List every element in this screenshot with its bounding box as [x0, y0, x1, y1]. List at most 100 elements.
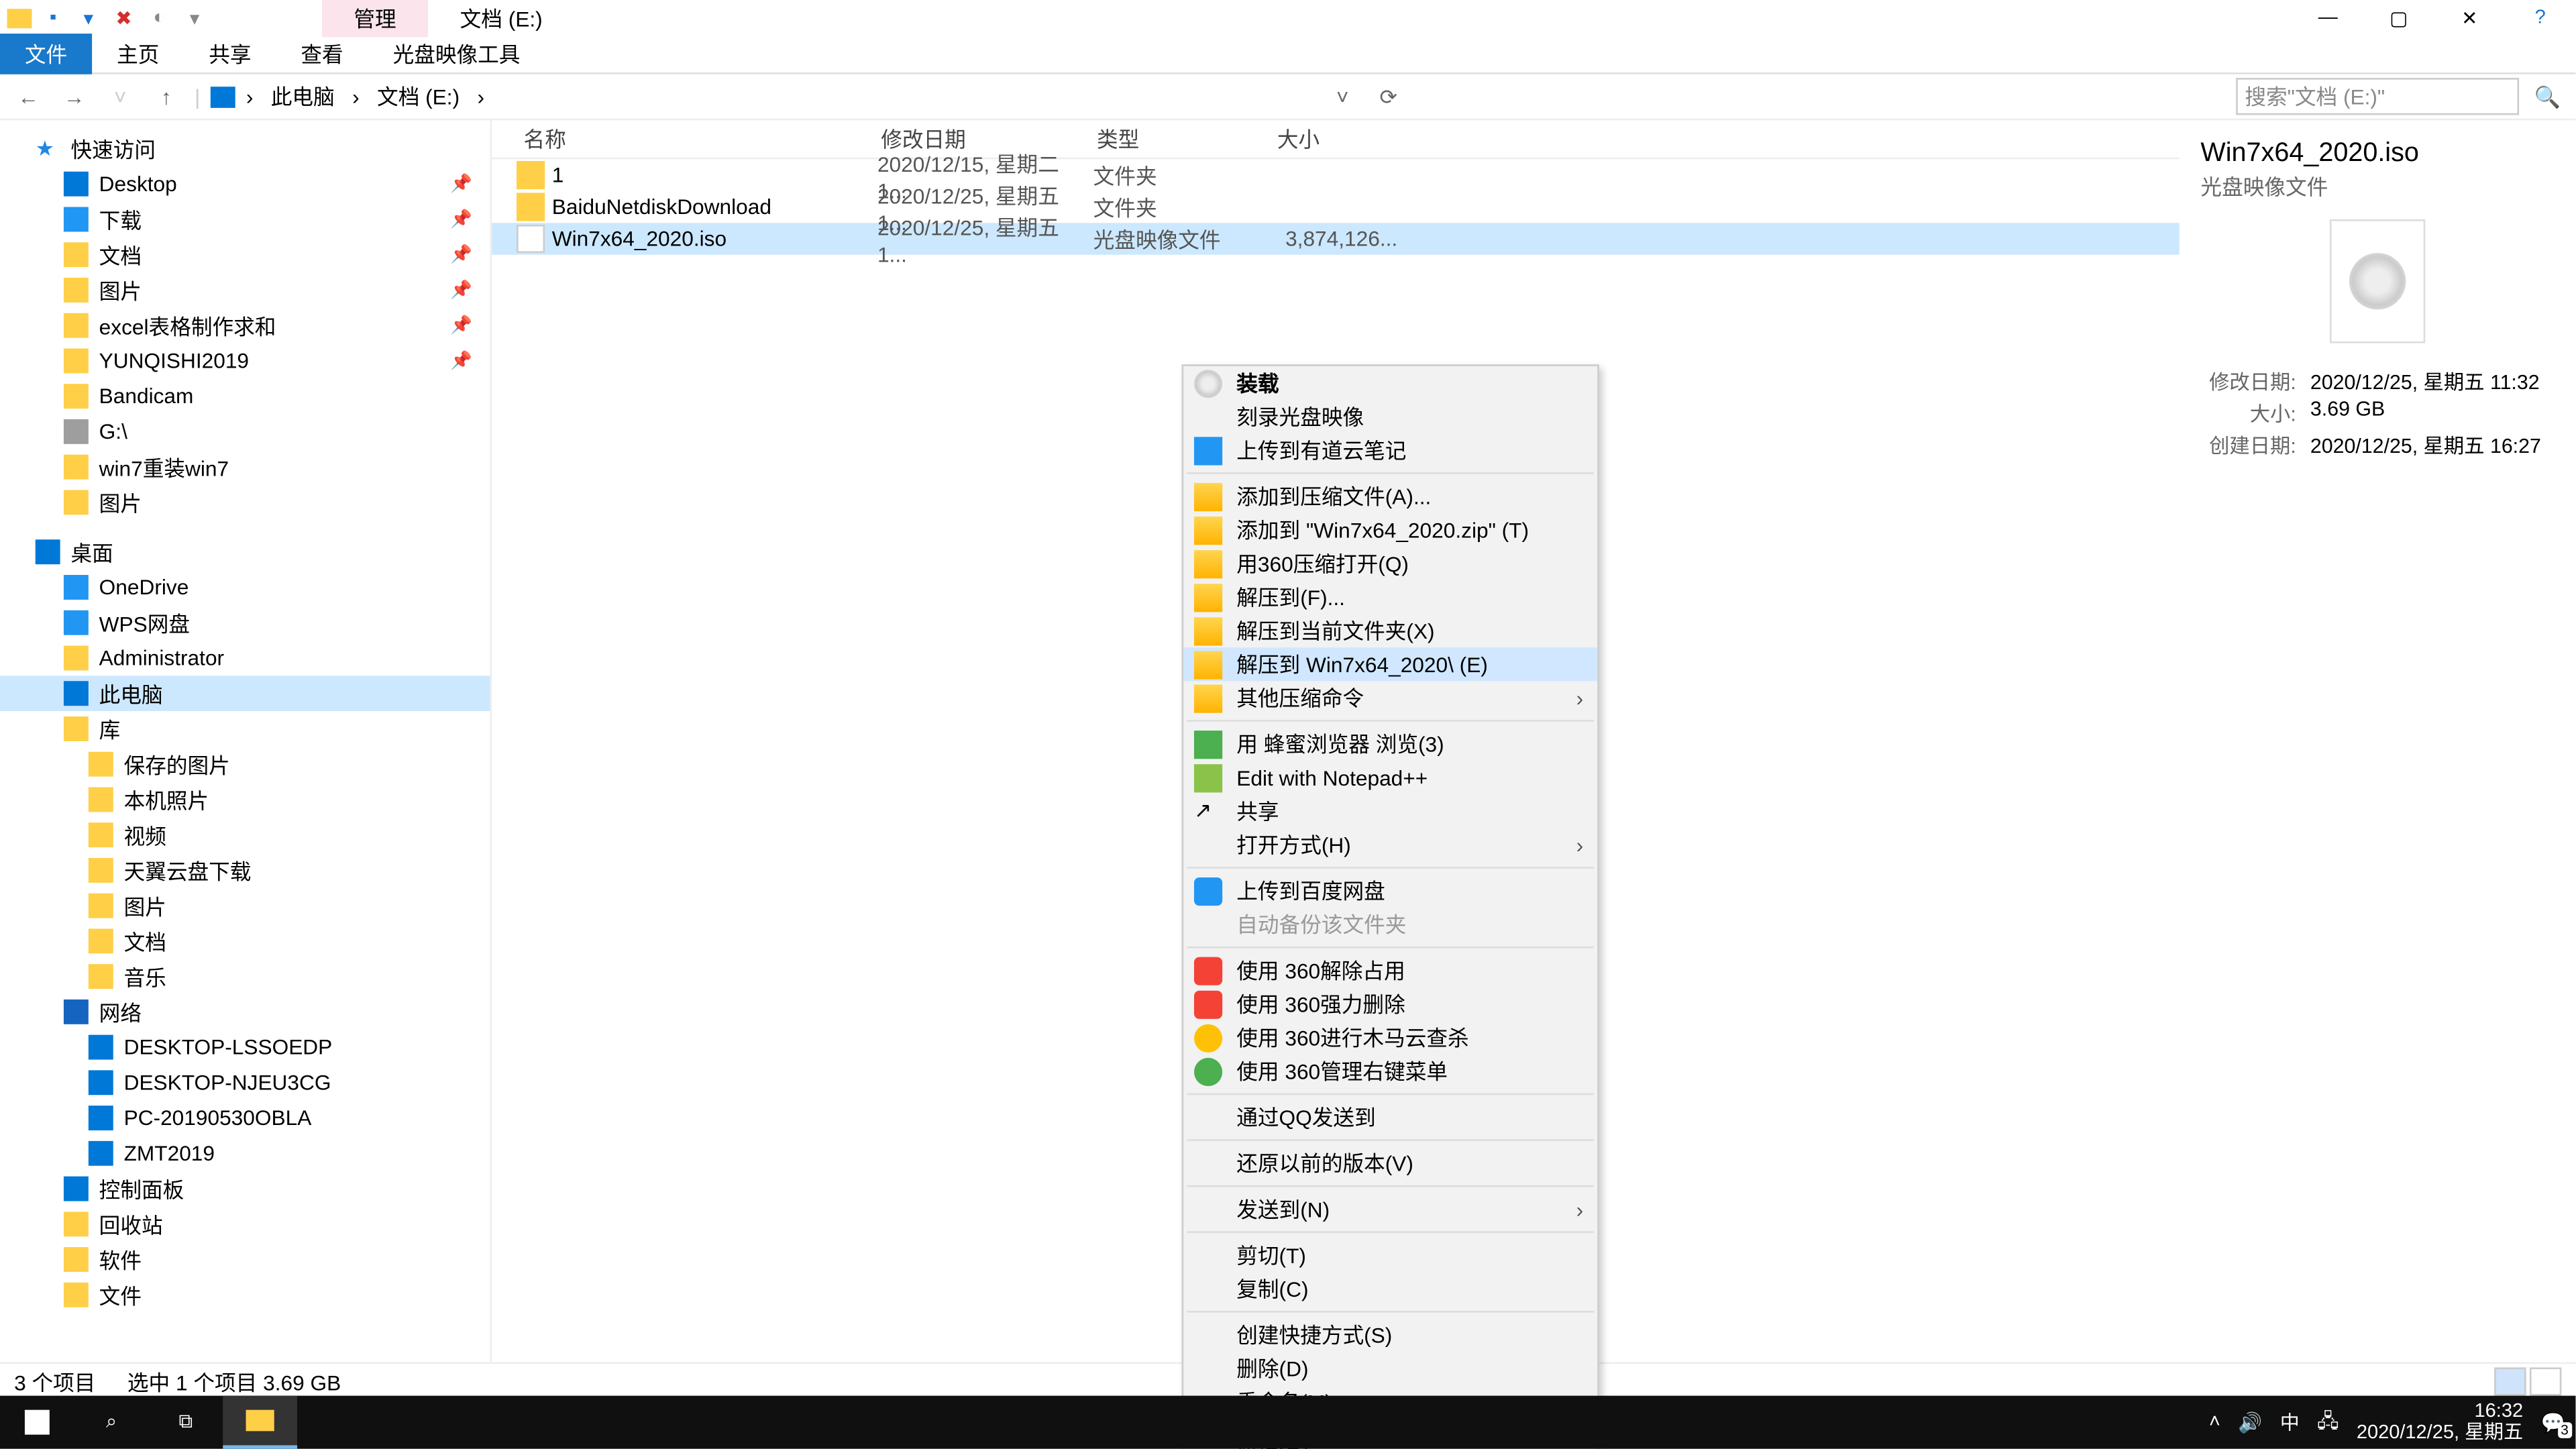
sidebar-quick-access[interactable]: ★ 快速访问 — [0, 131, 490, 166]
context-tab-manage[interactable]: 管理 — [322, 0, 428, 36]
sidebar-item[interactable]: 本机照片 — [0, 782, 490, 818]
help-button[interactable]: ? — [2505, 0, 2575, 36]
context-menu-item[interactable]: 解压到 Win7x64_2020\ (E) — [1183, 647, 1597, 681]
context-menu-item[interactable]: 使用 360进行木马云查杀 — [1183, 1021, 1597, 1055]
context-menu-item[interactable]: 使用 360强力删除 — [1183, 987, 1597, 1020]
context-menu-item[interactable]: 上传到百度网盘 — [1183, 874, 1597, 908]
maximize-button[interactable]: ▢ — [2363, 0, 2434, 36]
nav-up-button[interactable]: ↑ — [149, 84, 184, 109]
context-menu-item[interactable]: 上传到有道云笔记 — [1183, 433, 1597, 467]
view-icons-button[interactable] — [2530, 1367, 2561, 1395]
sidebar-item[interactable]: 软件 — [0, 1242, 490, 1277]
tray-network-icon[interactable]: 🖧 — [2317, 1405, 2339, 1439]
qat-properties-icon[interactable]: ◐ — [145, 3, 173, 32]
sidebar-item[interactable]: 回收站 — [0, 1206, 490, 1242]
context-menu-item[interactable]: Edit with Notepad++ — [1183, 761, 1597, 794]
context-menu-item[interactable]: 其他压缩命令› — [1183, 681, 1597, 714]
sidebar-item[interactable]: 文档📌 — [0, 237, 490, 272]
sidebar-item[interactable]: 图片 — [0, 485, 490, 521]
search-button[interactable]: ⌕ — [74, 1396, 149, 1449]
context-menu-item[interactable]: 装载 — [1183, 366, 1597, 400]
sidebar-desktop[interactable]: 桌面 — [0, 534, 490, 570]
sidebar-item[interactable]: DESKTOP-LSSOEDP — [0, 1030, 490, 1065]
qat-dropdown-icon[interactable]: ▾ — [180, 3, 209, 32]
sidebar-item[interactable]: 此电脑 — [0, 676, 490, 711]
breadcrumb-root[interactable]: 此电脑 — [264, 81, 341, 111]
qat-save-icon[interactable]: ▪ — [39, 3, 67, 32]
column-name[interactable]: 名称 — [492, 124, 881, 154]
context-menu-item[interactable]: 使用 360管理右键菜单 — [1183, 1055, 1597, 1088]
sidebar-item[interactable]: 天翼云盘下载 — [0, 853, 490, 888]
refresh-button[interactable]: ⟳ — [1371, 84, 1406, 109]
column-type[interactable]: 类型 — [1097, 124, 1277, 154]
context-menu-item[interactable]: 复制(C) — [1183, 1272, 1597, 1305]
context-menu-item[interactable]: 添加到压缩文件(A)... — [1183, 480, 1597, 513]
search-input[interactable]: 搜索"文档 (E:)" — [2236, 78, 2519, 115]
context-menu-item[interactable]: 刻录光盘映像 — [1183, 400, 1597, 433]
tray-volume-icon[interactable]: 🔊 — [2238, 1411, 2262, 1434]
sidebar-item[interactable]: OneDrive — [0, 570, 490, 605]
sidebar-item[interactable]: 下载📌 — [0, 202, 490, 237]
file-row[interactable]: 12020/12/15, 星期二 1...文件夹 — [492, 159, 2180, 191]
context-menu-item[interactable]: 用360压缩打开(Q) — [1183, 547, 1597, 580]
tray-ime[interactable]: 中 — [2280, 1408, 2300, 1436]
context-menu-item[interactable]: 剪切(T) — [1183, 1238, 1597, 1272]
address-dropdown[interactable]: ˅ — [1325, 84, 1360, 109]
context-menu-item[interactable]: 使用 360解除占用 — [1183, 953, 1597, 987]
view-details-button[interactable] — [2494, 1367, 2526, 1395]
sidebar-item[interactable]: win7重装win7 — [0, 449, 490, 485]
taskbar-explorer[interactable] — [223, 1396, 297, 1449]
tray-overflow-icon[interactable]: ˄ — [2209, 1411, 2220, 1433]
context-menu-item[interactable]: 用 蜂蜜浏览器 浏览(3) — [1183, 727, 1597, 761]
nav-back-button[interactable]: ← — [11, 84, 46, 109]
context-menu-item[interactable]: ↗共享 — [1183, 794, 1597, 828]
sidebar-item[interactable]: YUNQISHI2019📌 — [0, 343, 490, 379]
context-menu-item[interactable]: 打开方式(H)› — [1183, 828, 1597, 861]
sidebar-item[interactable]: ZMT2019 — [0, 1136, 490, 1171]
sidebar-item[interactable]: 文档 — [0, 924, 490, 959]
breadcrumb-folder[interactable]: 文档 (E:) — [370, 81, 467, 111]
sidebar-item[interactable]: DESKTOP-NJEU3CG — [0, 1065, 490, 1100]
sidebar-item[interactable]: 音乐 — [0, 959, 490, 994]
sidebar-item[interactable]: 文件 — [0, 1277, 490, 1313]
sidebar-item[interactable]: 视频 — [0, 817, 490, 853]
context-menu-item[interactable]: 通过QQ发送到 — [1183, 1100, 1597, 1134]
qat-delete-icon[interactable]: ✖ — [109, 3, 138, 32]
ribbon-tab-disc-tools[interactable]: 光盘映像工具 — [368, 34, 545, 74]
minimize-button[interactable]: — — [2293, 0, 2363, 36]
context-menu-item[interactable]: 还原以前的版本(V) — [1183, 1146, 1597, 1180]
tray-notifications[interactable]: 💬3 — [2541, 1411, 2565, 1434]
sidebar-item[interactable]: G:\ — [0, 414, 490, 449]
qat-undo-icon[interactable]: ▾ — [74, 3, 103, 32]
tray-clock[interactable]: 16:32 2020/12/25, 星期五 — [2357, 1401, 2523, 1444]
ribbon-tab-view[interactable]: 查看 — [276, 34, 368, 74]
sidebar-item[interactable]: 保存的图片 — [0, 747, 490, 782]
task-view-button[interactable]: ⧉ — [149, 1396, 223, 1449]
column-size[interactable]: 大小 — [1277, 124, 1401, 154]
context-menu-item[interactable]: 解压到当前文件夹(X) — [1183, 614, 1597, 647]
search-icon[interactable]: 🔍 — [2530, 84, 2565, 109]
sidebar-item[interactable]: WPS网盘 — [0, 605, 490, 641]
context-menu-item[interactable]: 添加到 "Win7x64_2020.zip" (T) — [1183, 513, 1597, 547]
ribbon-tab-home[interactable]: 主页 — [92, 34, 184, 74]
sidebar-network[interactable]: 网络 — [0, 994, 490, 1030]
context-menu-item[interactable]: 创建快捷方式(S) — [1183, 1318, 1597, 1352]
sidebar-item[interactable]: 控制面板 — [0, 1171, 490, 1207]
sidebar-item[interactable]: Administrator — [0, 641, 490, 676]
nav-recent-dropdown[interactable]: ˅ — [103, 84, 138, 109]
nav-forward-button[interactable]: → — [56, 84, 92, 109]
context-menu-item[interactable]: 解压到(F)... — [1183, 580, 1597, 614]
sidebar-item[interactable]: Bandicam — [0, 378, 490, 414]
sidebar-item[interactable]: PC-20190530OBLA — [0, 1100, 490, 1136]
context-menu-item[interactable]: 删除(D) — [1183, 1352, 1597, 1385]
sidebar-item[interactable]: Desktop📌 — [0, 166, 490, 202]
sidebar-item[interactable]: 库 — [0, 711, 490, 747]
file-row[interactable]: BaiduNetdiskDownload2020/12/25, 星期五 1...… — [492, 191, 2180, 223]
sidebar-item[interactable]: excel表格制作求和📌 — [0, 308, 490, 343]
ribbon-tab-share[interactable]: 共享 — [184, 34, 276, 74]
sidebar-item[interactable]: 图片📌 — [0, 272, 490, 308]
sidebar-item[interactable]: 图片 — [0, 888, 490, 924]
close-button[interactable]: ✕ — [2434, 0, 2505, 36]
ribbon-tab-file[interactable]: 文件 — [0, 34, 92, 74]
file-row[interactable]: Win7x64_2020.iso2020/12/25, 星期五 1...光盘映像… — [492, 223, 2180, 254]
